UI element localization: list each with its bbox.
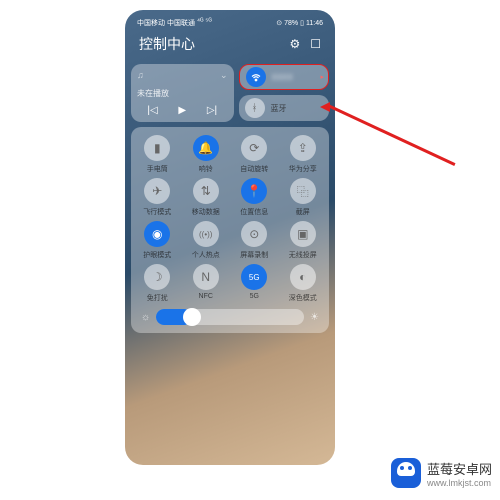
battery-text: 78% bbox=[284, 20, 298, 27]
bluetooth-label: 蓝牙 bbox=[271, 103, 287, 114]
watermark-url: www.lmkjst.com bbox=[427, 478, 492, 488]
tile-label: 免打扰 bbox=[147, 293, 168, 303]
bell-icon: 🔔 bbox=[193, 135, 219, 161]
tile-label: 5G bbox=[250, 293, 259, 300]
tile-rotate[interactable]: ⟳ 自动旋转 bbox=[232, 135, 277, 174]
bluetooth-toggle[interactable]: ᚼ 蓝牙 bbox=[239, 95, 330, 121]
music-status: 未在播放 bbox=[137, 88, 228, 99]
tile-dark[interactable]: ◐ 深色模式 bbox=[281, 264, 326, 303]
tile-label: 响铃 bbox=[199, 164, 213, 174]
record-icon: ⊙ bbox=[241, 221, 267, 247]
next-track-button[interactable]: ▷| bbox=[207, 105, 217, 116]
share-icon: ⇪ bbox=[290, 135, 316, 161]
tile-label: 飞行模式 bbox=[143, 207, 171, 217]
tile-screenshot[interactable]: ⿻截屏 bbox=[281, 178, 326, 217]
tile-record[interactable]: ⊙ 屏幕录制 bbox=[232, 221, 277, 260]
tile-label: 移动数据 bbox=[192, 207, 220, 217]
location-icon: 📍 bbox=[241, 178, 267, 204]
cast-icon: ▣ bbox=[290, 221, 316, 247]
carrier-1: 中国移动 bbox=[137, 18, 165, 28]
brightness-thumb[interactable] bbox=[183, 308, 201, 326]
hotspot-icon: ((•)) bbox=[193, 221, 219, 247]
brightness-row: ☼ ☀ bbox=[135, 309, 325, 325]
tile-dnd[interactable]: ☽ 免打扰 bbox=[135, 264, 180, 303]
wifi-icon bbox=[246, 67, 266, 87]
edit-icon[interactable]: ☐ bbox=[310, 37, 321, 51]
tile-nfc[interactable]: N NFC bbox=[184, 264, 229, 303]
tile-label: 个人热点 bbox=[192, 250, 220, 260]
header: 控制中心 ⚙ ☐ bbox=[131, 30, 329, 58]
brightness-slider[interactable] bbox=[156, 309, 304, 325]
airplane-icon: ✈ bbox=[144, 178, 170, 204]
bluetooth-icon: ᚼ bbox=[245, 98, 265, 118]
wifi-network-name: XXXX bbox=[272, 73, 293, 82]
tile-label: 华为分享 bbox=[289, 164, 317, 174]
tile-location[interactable]: 📍 位置信息 bbox=[232, 178, 277, 217]
tile-label: NFC bbox=[199, 293, 213, 300]
tile-label: 截屏 bbox=[296, 207, 310, 217]
battery-icon: ▯ bbox=[300, 19, 304, 27]
tile-label: 无线投屏 bbox=[289, 250, 317, 260]
prev-track-button[interactable]: |◁ bbox=[147, 105, 157, 116]
brightness-low-icon: ☼ bbox=[141, 312, 150, 323]
tile-airplane[interactable]: ✈ 飞行模式 bbox=[135, 178, 180, 217]
dnd-icon: ☽ bbox=[144, 264, 170, 290]
vpn-icon: ⊙ bbox=[276, 19, 282, 27]
gear-icon[interactable]: ⚙ bbox=[289, 37, 300, 51]
play-button[interactable]: ▶ bbox=[178, 105, 186, 116]
tile-flashlight[interactable]: ▮ 手电筒 bbox=[135, 135, 180, 174]
tile-cast[interactable]: ▣ 无线投屏 bbox=[281, 221, 326, 260]
music-card[interactable]: ♫ ⌄ 未在播放 |◁ ▶ ▷| bbox=[131, 64, 234, 122]
tile-label: 屏幕录制 bbox=[240, 250, 268, 260]
tile-label: 深色模式 bbox=[289, 293, 317, 303]
page-title: 控制中心 bbox=[139, 34, 195, 54]
quick-settings-grid: ▮ 手电筒 🔔 响铃 ⟳ 自动旋转 ⇪ 华为分享 ✈ 飞行模式 ⇅ 移动数据 📍 位置信息 ⿻截屏 ◉ 护眼模式… bbox=[131, 127, 329, 333]
tile-share[interactable]: ⇪ 华为分享 bbox=[281, 135, 326, 174]
tile-data[interactable]: ⇅ 移动数据 bbox=[184, 178, 229, 217]
data-icon: ⇅ bbox=[193, 178, 219, 204]
screenshot-icon: ⿻ bbox=[290, 178, 316, 204]
nfc-icon: N bbox=[193, 264, 219, 290]
chevron-down-icon[interactable]: ⌄ bbox=[220, 70, 228, 81]
dark-icon: ◐ bbox=[290, 264, 316, 290]
tile-label: 护眼模式 bbox=[143, 250, 171, 260]
wifi-toggle[interactable]: XXXX ▸ bbox=[239, 64, 330, 90]
tile-label: 位置信息 bbox=[240, 207, 268, 217]
clock: 11:46 bbox=[306, 20, 323, 27]
watermark: 蓝莓安卓网 www.lmkjst.com bbox=[391, 458, 492, 488]
music-note-icon: ♫ bbox=[137, 70, 144, 81]
status-bar: 中国移动 中国联通 ⁴ᴳ ⁵ᴳ ⊙ 78% ▯ 11:46 bbox=[131, 16, 329, 30]
eye-icon: ◉ bbox=[144, 221, 170, 247]
5g-icon: 5G bbox=[241, 264, 267, 290]
tile-bell[interactable]: 🔔 响铃 bbox=[184, 135, 229, 174]
tile-label: 手电筒 bbox=[147, 164, 168, 174]
tile-5g[interactable]: 5G5G bbox=[232, 264, 277, 303]
tile-eye[interactable]: ◉ 护眼模式 bbox=[135, 221, 180, 260]
watermark-title: 蓝莓安卓网 bbox=[427, 459, 492, 478]
rotate-icon: ⟳ bbox=[241, 135, 267, 161]
phone-frame: 中国移动 中国联通 ⁴ᴳ ⁵ᴳ ⊙ 78% ▯ 11:46 控制中心 ⚙ ☐ ♫… bbox=[125, 10, 335, 465]
carrier-2: 中国联通 bbox=[167, 18, 195, 28]
watermark-logo-icon bbox=[391, 458, 421, 488]
flashlight-icon: ▮ bbox=[144, 135, 170, 161]
brightness-high-icon: ☀ bbox=[310, 312, 319, 323]
tile-hotspot[interactable]: ((•)) 个人热点 bbox=[184, 221, 229, 260]
tile-label: 自动旋转 bbox=[240, 164, 268, 174]
expand-indicator[interactable]: ▸ bbox=[320, 73, 324, 81]
signal-icons: ⁴ᴳ ⁵ᴳ bbox=[197, 18, 212, 28]
